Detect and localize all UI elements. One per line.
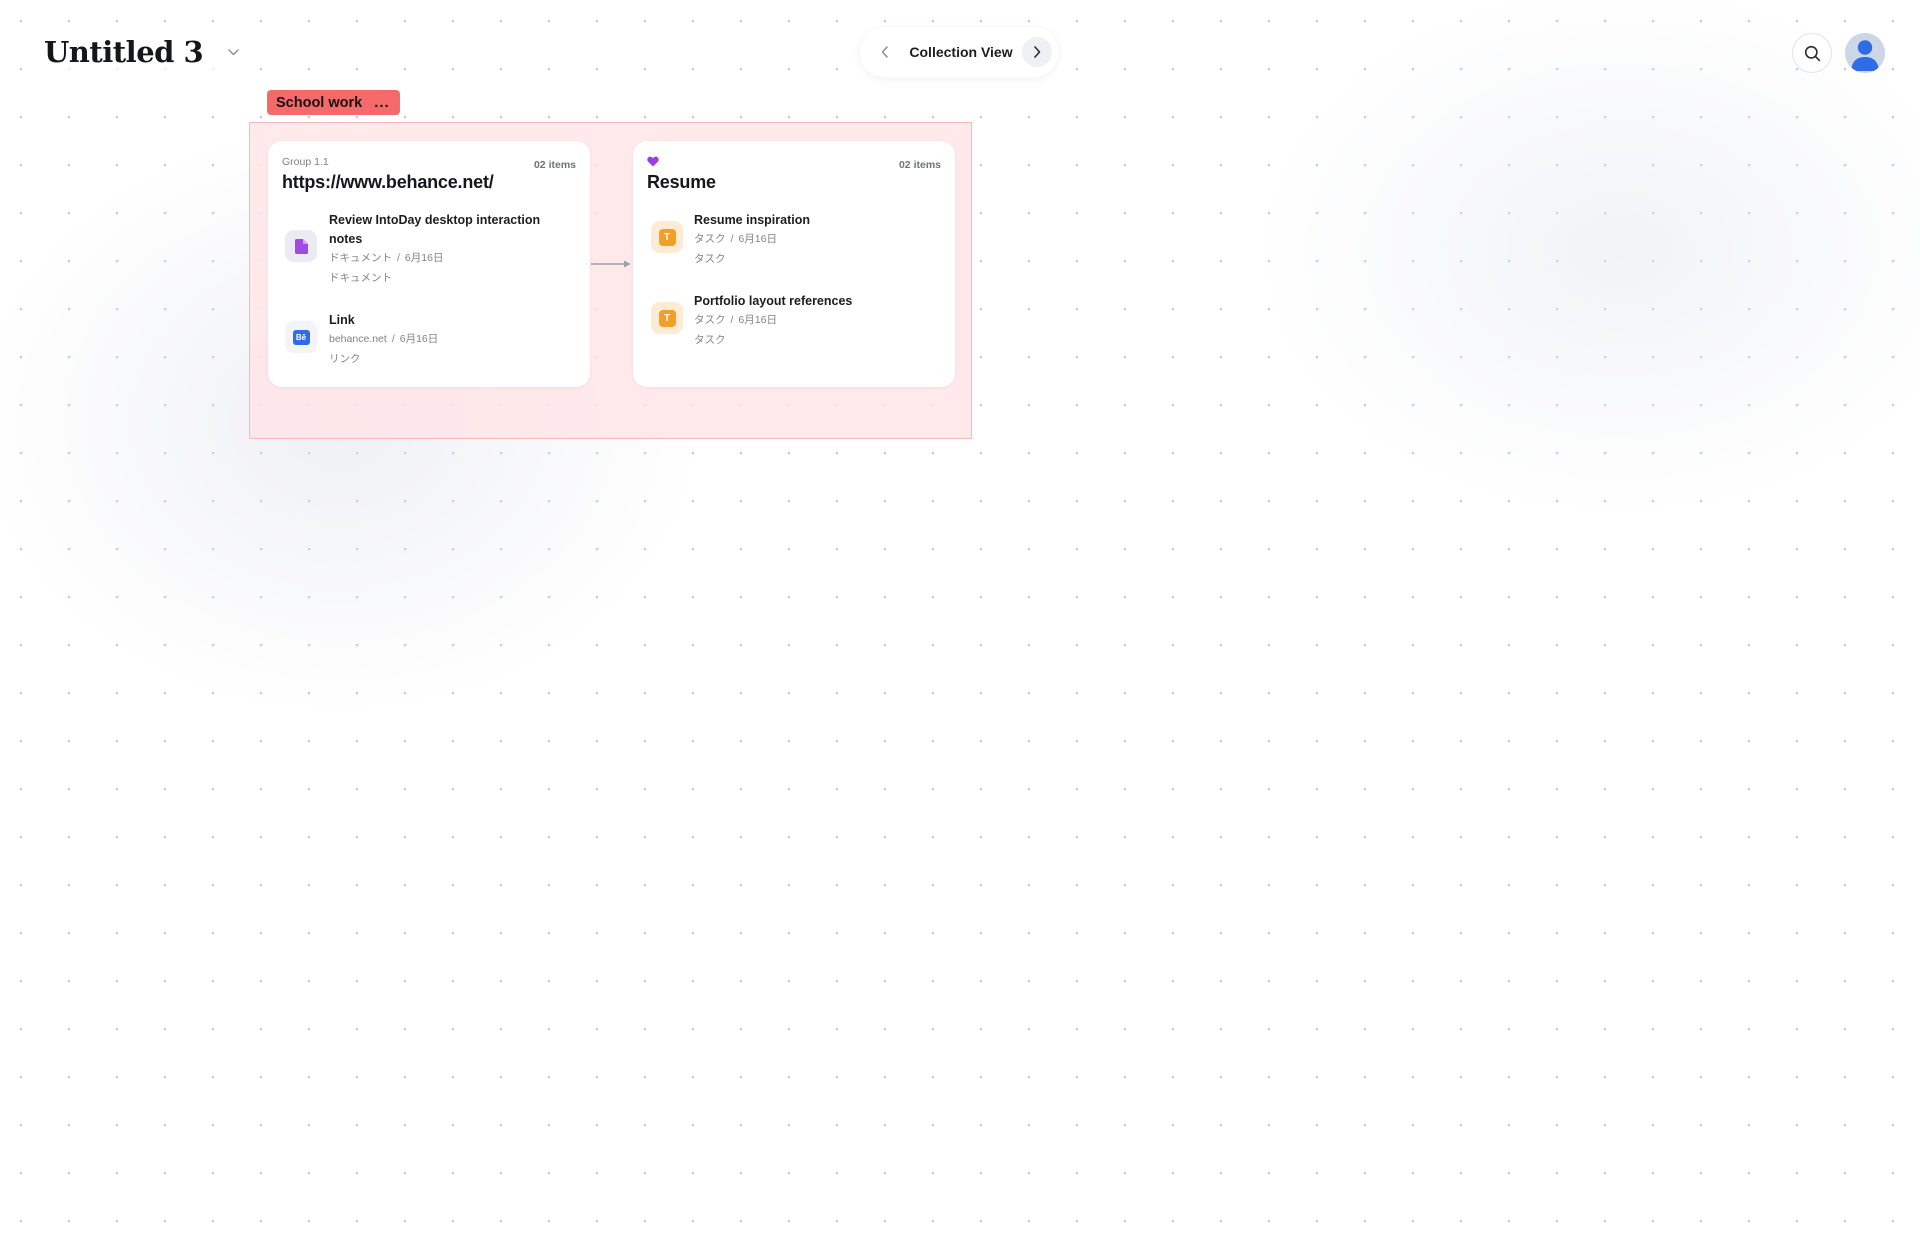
board-title-selector[interactable]: Untitled 3: [36, 32, 254, 72]
group-menu-button[interactable]: ...: [374, 95, 390, 110]
behance-icon: Bē: [285, 321, 317, 353]
card-title[interactable]: Resume: [647, 172, 716, 193]
chevron-left-icon: [881, 46, 888, 58]
board-title[interactable]: Untitled 3: [44, 35, 204, 69]
task-letter: T: [658, 309, 676, 327]
list-item[interactable]: T Resume inspiration タスク / 6月16日 タスク: [633, 211, 955, 271]
item-type: タスク: [694, 233, 726, 245]
next-view-button[interactable]: [1022, 37, 1052, 67]
meta-separator: /: [391, 333, 395, 345]
item-meta: タスク / 6月16日: [694, 230, 934, 248]
item-meta: ドキュメント / 6月16日: [329, 249, 569, 267]
item-date: 6月16日: [404, 252, 444, 264]
user-icon: [1845, 33, 1885, 73]
list-item[interactable]: T Portfolio layout references タスク/6月16日 …: [633, 292, 955, 352]
view-switcher: Collection View: [860, 27, 1058, 77]
item-title: Link: [329, 313, 355, 327]
item-title: Review IntoDay desktop interaction notes: [329, 213, 541, 246]
collection-card[interactable]: 02 items Resume T Resume inspiration タスク…: [633, 141, 955, 387]
group-name[interactable]: School work: [276, 95, 362, 111]
view-name: Collection View: [909, 44, 1013, 60]
chevron-down-icon[interactable]: [227, 46, 239, 58]
item-type: タスク: [694, 314, 726, 326]
behance-logo: Bē: [292, 329, 310, 345]
search-button[interactable]: [1792, 33, 1832, 73]
previous-view-button[interactable]: [870, 37, 900, 67]
item-title: Resume inspiration: [694, 213, 810, 227]
item-category: リンク: [329, 353, 361, 365]
item-date: 6月16日: [399, 333, 439, 345]
search-icon: [1804, 45, 1820, 61]
card-item-count: 02 items: [898, 159, 941, 171]
meta-separator: /: [730, 233, 734, 245]
meta-separator: /: [730, 314, 734, 326]
chevron-right-icon: [1034, 46, 1041, 58]
item-date: 6月16日: [738, 233, 777, 245]
item-title: Portfolio layout references: [694, 294, 853, 308]
item-category: ドキュメント: [329, 272, 392, 284]
task-letter: T: [658, 228, 676, 246]
heart-icon: [647, 156, 659, 167]
item-meta: タスク / 6月16日: [694, 311, 934, 329]
collection-card[interactable]: Group 1.1 02 items https://www.behance.n…: [268, 141, 590, 387]
meta-separator: /: [397, 252, 400, 264]
card-title[interactable]: https://www.behance.net/: [282, 172, 494, 193]
list-item[interactable]: Review IntoDay desktop interaction notes…: [268, 211, 590, 284]
list-item[interactable]: Bē Link behance.net / 6月16日 リンク: [268, 311, 590, 371]
item-type: behance.net: [329, 333, 387, 345]
card-item-count: 02 items: [533, 159, 576, 171]
item-date: 6月16日: [738, 314, 777, 326]
item-category: タスク: [694, 253, 726, 265]
connector-arrow[interactable]: [591, 259, 633, 269]
item-category: タスク: [694, 334, 726, 346]
group-label[interactable]: School work ...: [267, 90, 400, 115]
task-icon: T: [651, 302, 683, 334]
item-type: ドキュメント: [329, 252, 392, 264]
item-meta: behance.net / 6月16日: [329, 330, 569, 348]
task-icon: T: [651, 221, 683, 253]
document-icon: [285, 230, 317, 262]
card-group-label: Group 1.1: [282, 156, 329, 168]
avatar[interactable]: [1845, 33, 1885, 73]
